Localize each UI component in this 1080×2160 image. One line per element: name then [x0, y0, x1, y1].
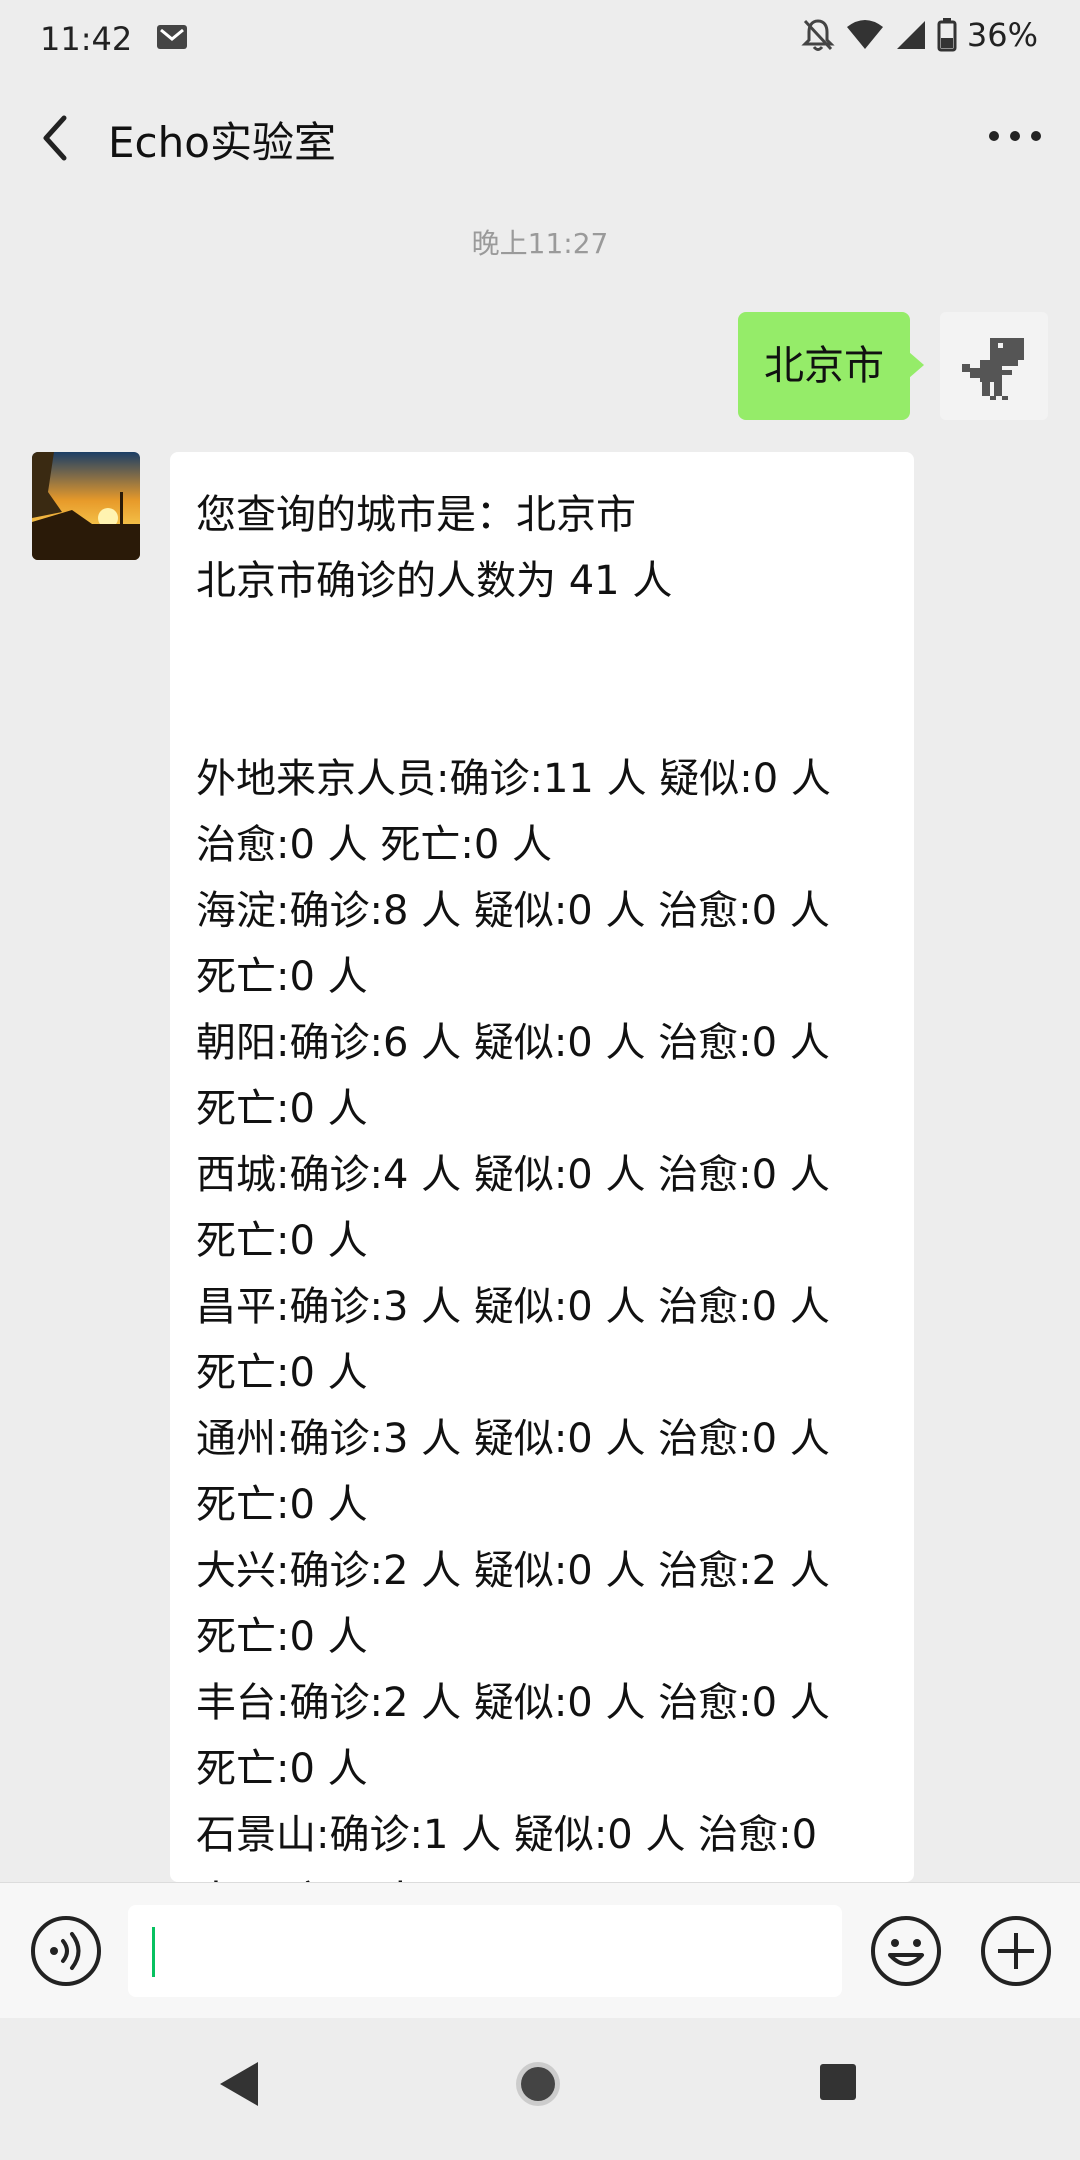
reply-line: 治愈:0 人 死亡:0 人 [196, 822, 552, 868]
notifications-off-icon [801, 19, 835, 51]
reply-line: 西城:确诊:4 人 疑似:0 人 治愈:0 人 [196, 1152, 830, 1198]
reply-line: 您查询的城市是：北京市 [196, 492, 636, 538]
battery-icon [937, 18, 957, 52]
mail-icon [157, 25, 187, 49]
chevron-left-icon[interactable] [34, 108, 74, 168]
reply-line: 死亡:0 人 [196, 1218, 368, 1264]
reply-line: 昌平:确诊:3 人 疑似:0 人 治愈:0 人 [196, 1284, 830, 1330]
reply-line: 死亡:0 人 [196, 954, 368, 1000]
reply-line: 丰台:确诊:2 人 疑似:0 人 治愈:0 人 [196, 1680, 830, 1726]
reply-line: 朝阳:确诊:6 人 疑似:0 人 治愈:0 人 [196, 1020, 830, 1066]
reply-line: 海淀:确诊:8 人 疑似:0 人 治愈:0 人 [196, 888, 830, 934]
sunset-avatar [32, 452, 140, 560]
signal-icon [896, 21, 925, 49]
reply-line: 外地来京人员:确诊:11 人 疑似:0 人 [196, 756, 831, 802]
reply-text: 您查询的城市是：北京市 北京市确诊的人数为 41 人外地来京人员:确诊:11 人 … [196, 482, 888, 1882]
reply-line: 大兴:确诊:2 人 疑似:0 人 治愈:2 人 [196, 1548, 830, 1594]
more-icon[interactable] [980, 106, 1050, 166]
system-nav-bar [0, 2018, 1080, 2160]
status-bar: 11:42 36% [0, 0, 1080, 76]
bot-avatar[interactable] [32, 452, 140, 560]
reply-line: 北京市确诊的人数为 41 人 [196, 558, 673, 604]
received-message-bubble[interactable]: 您查询的城市是：北京市 北京市确诊的人数为 41 人外地来京人员:确诊:11 人 … [170, 452, 914, 1882]
status-time: 11:42 [40, 20, 133, 58]
wifi-icon [846, 20, 883, 49]
nav-recent-icon[interactable] [818, 2062, 858, 2102]
text-cursor [152, 1927, 155, 1977]
sent-message-bubble[interactable]: 北京市 [738, 312, 924, 420]
emoji-icon[interactable] [870, 1915, 942, 1987]
my-avatar[interactable] [940, 312, 1048, 420]
plus-icon[interactable] [980, 1915, 1052, 1987]
battery-level: 36% [966, 16, 1038, 54]
reply-line: 人 死亡:0 人 [196, 1868, 888, 1882]
nav-back-icon[interactable] [218, 2060, 260, 2108]
voice-icon[interactable] [30, 1915, 102, 1987]
reply-line: 死亡:0 人 [196, 1614, 368, 1660]
message-input[interactable] [128, 1905, 842, 1997]
nav-home-icon[interactable] [514, 2060, 562, 2108]
reply-line: 死亡:0 人 [196, 1482, 368, 1528]
chat-title: Echo实验室 [108, 118, 336, 167]
reply-line: 死亡:0 人 [196, 1350, 368, 1396]
title-bar: Echo实验室 [0, 76, 1080, 200]
reply-line: 死亡:0 人 [196, 1746, 368, 1792]
status-icons: 36% [801, 16, 1038, 54]
message-timestamp: 晚上11:27 [471, 227, 609, 260]
reply-line: 石景山:确诊:1 人 疑似:0 人 治愈:0 [196, 1812, 818, 1858]
input-bar [0, 1882, 1080, 2019]
reply-line: 通州:确诊:3 人 疑似:0 人 治愈:0 人 [196, 1416, 830, 1462]
dinosaur-icon [962, 338, 1024, 400]
reply-line: 死亡:0 人 [196, 1086, 368, 1132]
